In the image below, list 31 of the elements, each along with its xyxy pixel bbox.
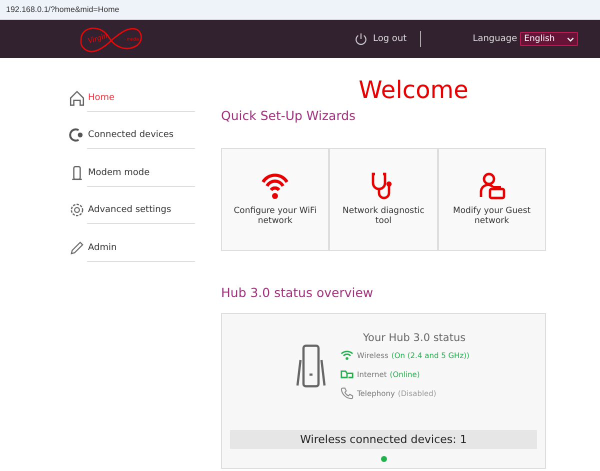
page-title: Welcome [358, 75, 470, 106]
language-label: Language [472, 34, 518, 44]
nav-item[interactable]: Home [87, 92, 195, 112]
settings-icon [69, 202, 85, 218]
wizard-label: Network diagnostic tool [342, 207, 426, 227]
url-text: 192.168.0.1/?home&mid=Home [6, 5, 120, 14]
nav-item[interactable]: Connected devices [87, 130, 195, 149]
wizard-label: Modify your Guest network [452, 207, 532, 227]
devices-icon [69, 127, 85, 143]
chevron-icon [567, 36, 574, 42]
nav-item[interactable]: Advanced settings [87, 205, 195, 224]
section-heading: Hub 3.0 status overview [221, 285, 374, 301]
language-select[interactable]: English [520, 32, 578, 46]
wifi-icon [260, 171, 290, 201]
wizard-label: Configure your WiFi network [232, 207, 318, 227]
status-dot-icon [380, 456, 386, 462]
nav-item[interactable]: Modem mode [87, 168, 195, 186]
devices-bar: Wireless connected devices: 1 [230, 430, 537, 449]
wizard-card[interactable]: Network diagnostic tool [329, 148, 438, 251]
status-title: Your Hub 3.0 status [363, 332, 467, 344]
home-icon [69, 90, 85, 106]
wizard-card[interactable]: Configure your WiFi network [221, 148, 330, 251]
address-bar[interactable]: 192.168.0.1/?home&mid=Home [0, 0, 600, 20]
modem-icon [69, 164, 85, 180]
router-icon [296, 343, 326, 389]
power-icon [354, 32, 368, 46]
pencil-icon [69, 240, 85, 256]
section-heading: Quick Set-Up Wizards [221, 108, 357, 124]
nav-item[interactable]: Admin [87, 242, 195, 262]
logout-link[interactable]: Log out [354, 32, 407, 46]
wizard-card[interactable]: Modify your Guest network [438, 148, 546, 251]
